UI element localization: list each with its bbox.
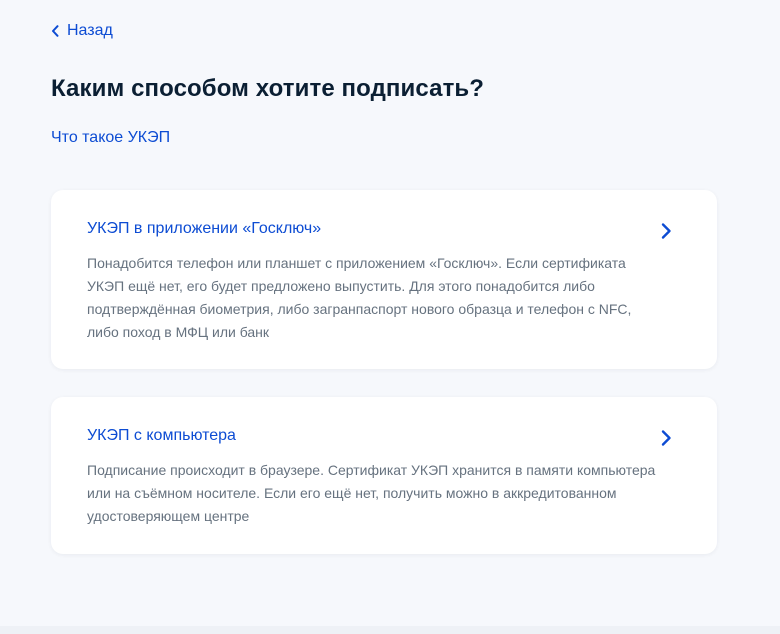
chevron-right-icon <box>660 222 672 240</box>
option-card-description: Подписание происходит в браузере. Сертиф… <box>87 462 656 524</box>
option-card-title: УКЭП с компьютера <box>87 427 236 444</box>
option-card-description: Понадобится телефон или планшет с прилож… <box>87 255 632 340</box>
option-card-goskey[interactable]: УКЭП в приложении «Госключ» Понадобится … <box>51 190 717 369</box>
chevron-left-icon <box>51 25 59 37</box>
page-title: Каким способом хотите подписать? <box>51 75 485 102</box>
back-link-label: Назад <box>67 22 113 39</box>
what-is-ukep-link[interactable]: Что такое УКЭП <box>51 127 170 149</box>
option-card-computer[interactable]: УКЭП с компьютера Подписание происходит … <box>51 397 717 554</box>
chevron-right-icon <box>660 429 672 447</box>
footer-divider <box>0 626 780 634</box>
back-link[interactable]: Назад <box>51 20 113 42</box>
page-background: Назад Каким способом хотите подписать? Ч… <box>0 0 780 626</box>
option-card-title: УКЭП в приложении «Госключ» <box>87 220 322 237</box>
